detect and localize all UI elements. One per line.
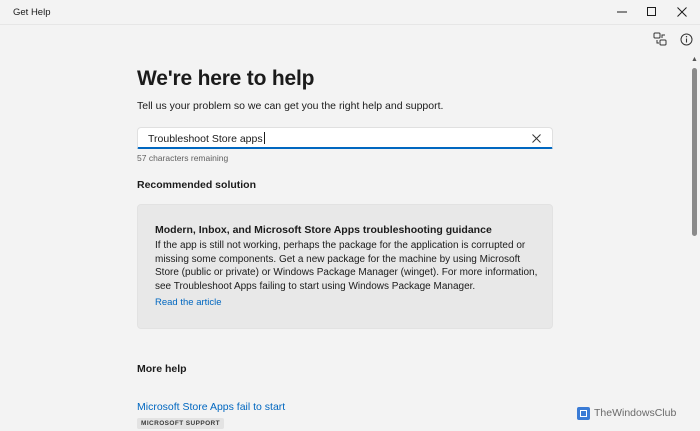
characters-remaining: 57 characters remaining: [137, 153, 229, 163]
minimize-icon: [617, 11, 627, 13]
watermark: TheWindowsClub: [577, 404, 676, 422]
recommended-solution-card: Modern, Inbox, and Microsoft Store Apps …: [137, 204, 553, 329]
page-subtitle: Tell us your problem so we can get you t…: [137, 100, 444, 112]
scrollbar-thumb[interactable]: [692, 68, 697, 236]
clear-search-button[interactable]: [530, 132, 542, 144]
title-bar: Get Help: [0, 0, 700, 24]
recommended-section-title: Recommended solution: [137, 179, 257, 191]
text-caret: [263, 132, 265, 144]
scroll-up-arrow-icon[interactable]: ▲: [691, 56, 698, 63]
more-help-link[interactable]: Microsoft Store Apps fail to start: [137, 401, 285, 413]
title-separator: [0, 24, 700, 25]
source-badge: MICROSOFT SUPPORT: [137, 418, 225, 429]
read-article-link[interactable]: Read the article: [155, 297, 222, 308]
share-connect-icon: [653, 32, 667, 46]
close-icon: [677, 7, 687, 17]
info-button[interactable]: [677, 30, 695, 48]
windows-club-logo-icon: [577, 406, 590, 420]
more-help-title: More help: [137, 363, 187, 375]
close-icon: [531, 133, 541, 143]
info-icon: [680, 33, 692, 45]
watermark-text: TheWindowsClub: [594, 407, 677, 419]
app-title: Get Help: [13, 7, 51, 18]
search-input-value[interactable]: Troubleshoot Store apps: [148, 132, 265, 145]
close-window-button[interactable]: [664, 0, 700, 24]
solution-body: If the app is still not working, perhaps…: [155, 240, 538, 292]
maximize-icon: [647, 7, 656, 16]
page-title: We're here to help: [137, 67, 315, 90]
search-input[interactable]: Troubleshoot Store apps: [137, 127, 553, 149]
solution-title: Modern, Inbox, and Microsoft Store Apps …: [155, 224, 492, 236]
share-connect-button[interactable]: [651, 30, 669, 48]
